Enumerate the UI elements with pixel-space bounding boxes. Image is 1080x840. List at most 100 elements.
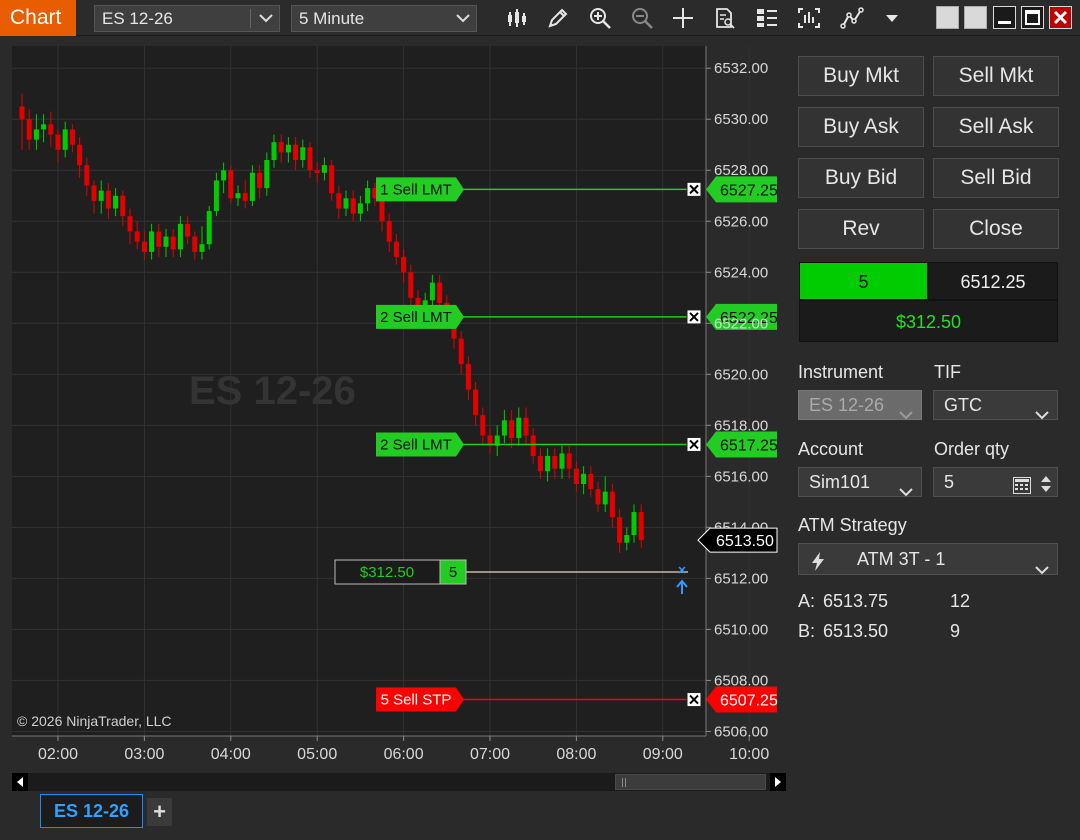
candle-body — [185, 223, 191, 237]
candle-body — [257, 172, 263, 189]
candle-body — [264, 160, 270, 189]
zoom-in-icon[interactable] — [585, 4, 615, 32]
bid-label: B: — [798, 621, 816, 641]
qty-stepper-icon[interactable] — [1040, 473, 1052, 501]
strategies-icon[interactable] — [837, 4, 867, 32]
order-label-text: 5 Sell STP — [381, 692, 452, 709]
instrument-selector-value: ES 12-26 — [102, 9, 173, 28]
link-button[interactable] — [936, 6, 959, 29]
instrument-combo-value: ES 12-26 — [809, 395, 885, 415]
position-pnl-text: $312.50 — [360, 564, 414, 581]
candle-body — [509, 420, 515, 439]
pencil-icon[interactable] — [543, 4, 573, 32]
close-position-button[interactable]: Close — [933, 209, 1059, 249]
candle-body — [113, 195, 119, 209]
zoom-out-icon[interactable] — [627, 4, 657, 32]
candle-body — [501, 420, 507, 436]
scroll-right-button[interactable] — [770, 773, 786, 791]
more-dropdown-icon[interactable] — [877, 4, 907, 32]
candle-body — [62, 129, 68, 150]
tif-combo[interactable]: GTC — [933, 390, 1058, 420]
order-qty-input[interactable]: 5 — [933, 467, 1058, 497]
candle-body — [573, 468, 579, 485]
interval-selector[interactable]: 5 Minute — [291, 5, 477, 32]
candle-body — [343, 198, 349, 209]
order-label-text: 1 Sell LMT — [380, 181, 452, 198]
properties-icon[interactable] — [752, 4, 782, 32]
scrollbar-thumb[interactable] — [615, 774, 766, 790]
candle-body — [350, 198, 356, 214]
atm-strategy-combo[interactable]: ATM 3T - 1 — [798, 543, 1058, 575]
price-tick-label: 6522.00 — [714, 315, 768, 332]
order-price-text: 6517.25 — [720, 437, 778, 454]
interval-selector-value: 5 Minute — [299, 9, 365, 28]
candle-body — [566, 453, 572, 469]
toolbar: Chart ES 12-26 5 Minute — [0, 0, 1080, 36]
account-combo[interactable]: Sim101 — [798, 467, 922, 497]
app-title: Chart — [0, 0, 76, 36]
buy-market-button[interactable]: Buy Mkt — [798, 56, 924, 96]
tab-es-12-26[interactable]: ES 12-26 — [40, 794, 143, 828]
candle-body — [177, 223, 183, 250]
candle-body — [530, 435, 536, 456]
minimize-icon[interactable] — [993, 6, 1016, 29]
chevron-down-icon — [456, 6, 470, 31]
copyright-text: © 2026 NinjaTrader, LLC — [17, 713, 172, 729]
scroll-left-button[interactable] — [12, 773, 28, 791]
candle-body — [581, 473, 587, 485]
price-tick-label: 6518.00 — [714, 417, 768, 434]
candle-body — [401, 256, 407, 273]
candle-body — [249, 172, 255, 201]
account-label: Account — [798, 439, 864, 459]
price-tick-label: 6506.00 — [714, 723, 768, 740]
chart-trader-panel: Buy Mkt Sell Mkt Buy Ask Sell Ask Buy Bi… — [787, 36, 1080, 840]
crosshair-icon[interactable] — [668, 4, 698, 32]
sell-market-button[interactable]: Sell Mkt — [933, 56, 1059, 96]
position-qty-text: 5 — [449, 564, 457, 581]
candle-body — [120, 195, 126, 217]
ask-price: 6513.75 — [823, 591, 889, 611]
candle-body — [98, 190, 104, 201]
data-box-icon[interactable] — [710, 4, 740, 32]
price-tick-label: 6524.00 — [714, 264, 768, 281]
price-tick-label: 6508.00 — [714, 672, 768, 689]
window-link-button[interactable] — [964, 6, 987, 29]
maximize-icon[interactable] — [1021, 6, 1044, 29]
price-chart[interactable]: ES 12-26 1 Sell LMT 6527.25 2 Sell LMT 6522… — [12, 46, 786, 768]
reverse-button[interactable]: Rev — [798, 209, 924, 249]
add-tab-button[interactable]: + — [147, 798, 172, 826]
close-icon[interactable] — [1049, 6, 1072, 29]
candle-body — [41, 124, 47, 130]
order-price-text: 6507.25 — [720, 693, 778, 710]
candle-body — [321, 165, 327, 173]
lightning-icon — [811, 550, 825, 580]
chart-watermark: ES 12-26 — [189, 369, 356, 413]
candle-body — [192, 236, 198, 252]
candle-body — [545, 455, 551, 472]
instrument-selector[interactable]: ES 12-26 — [94, 5, 280, 32]
order-qty-value: 5 — [944, 472, 955, 492]
candle-body — [242, 193, 248, 201]
sell-ask-button[interactable]: Sell Ask — [933, 107, 1059, 147]
chevron-down-icon — [1035, 400, 1049, 428]
candle-body — [127, 216, 133, 232]
time-tick-label: 07:00 — [470, 746, 510, 763]
price-tick-label: 6530.00 — [714, 111, 768, 128]
candle-body — [149, 231, 155, 252]
plot-background — [12, 46, 706, 736]
price-tick-label: 6516.00 — [714, 468, 768, 485]
chevron-down-icon — [899, 400, 913, 428]
candle-body — [437, 282, 443, 303]
chart-area[interactable]: ES 12-26 1 Sell LMT 6527.25 2 Sell LMT 6522… — [12, 46, 786, 768]
horizontal-scrollbar[interactable] — [12, 773, 786, 791]
indicators-icon[interactable] — [794, 4, 824, 32]
candle-body — [77, 144, 83, 166]
time-tick-label: 10:00 — [729, 746, 769, 763]
calculator-icon[interactable] — [1013, 474, 1031, 502]
candle-body — [134, 231, 140, 242]
time-tick-label: 06:00 — [384, 746, 424, 763]
buy-bid-button[interactable]: Buy Bid — [798, 158, 924, 198]
bar-type-icon[interactable] — [502, 4, 532, 32]
sell-bid-button[interactable]: Sell Bid — [933, 158, 1059, 198]
buy-ask-button[interactable]: Buy Ask — [798, 107, 924, 147]
